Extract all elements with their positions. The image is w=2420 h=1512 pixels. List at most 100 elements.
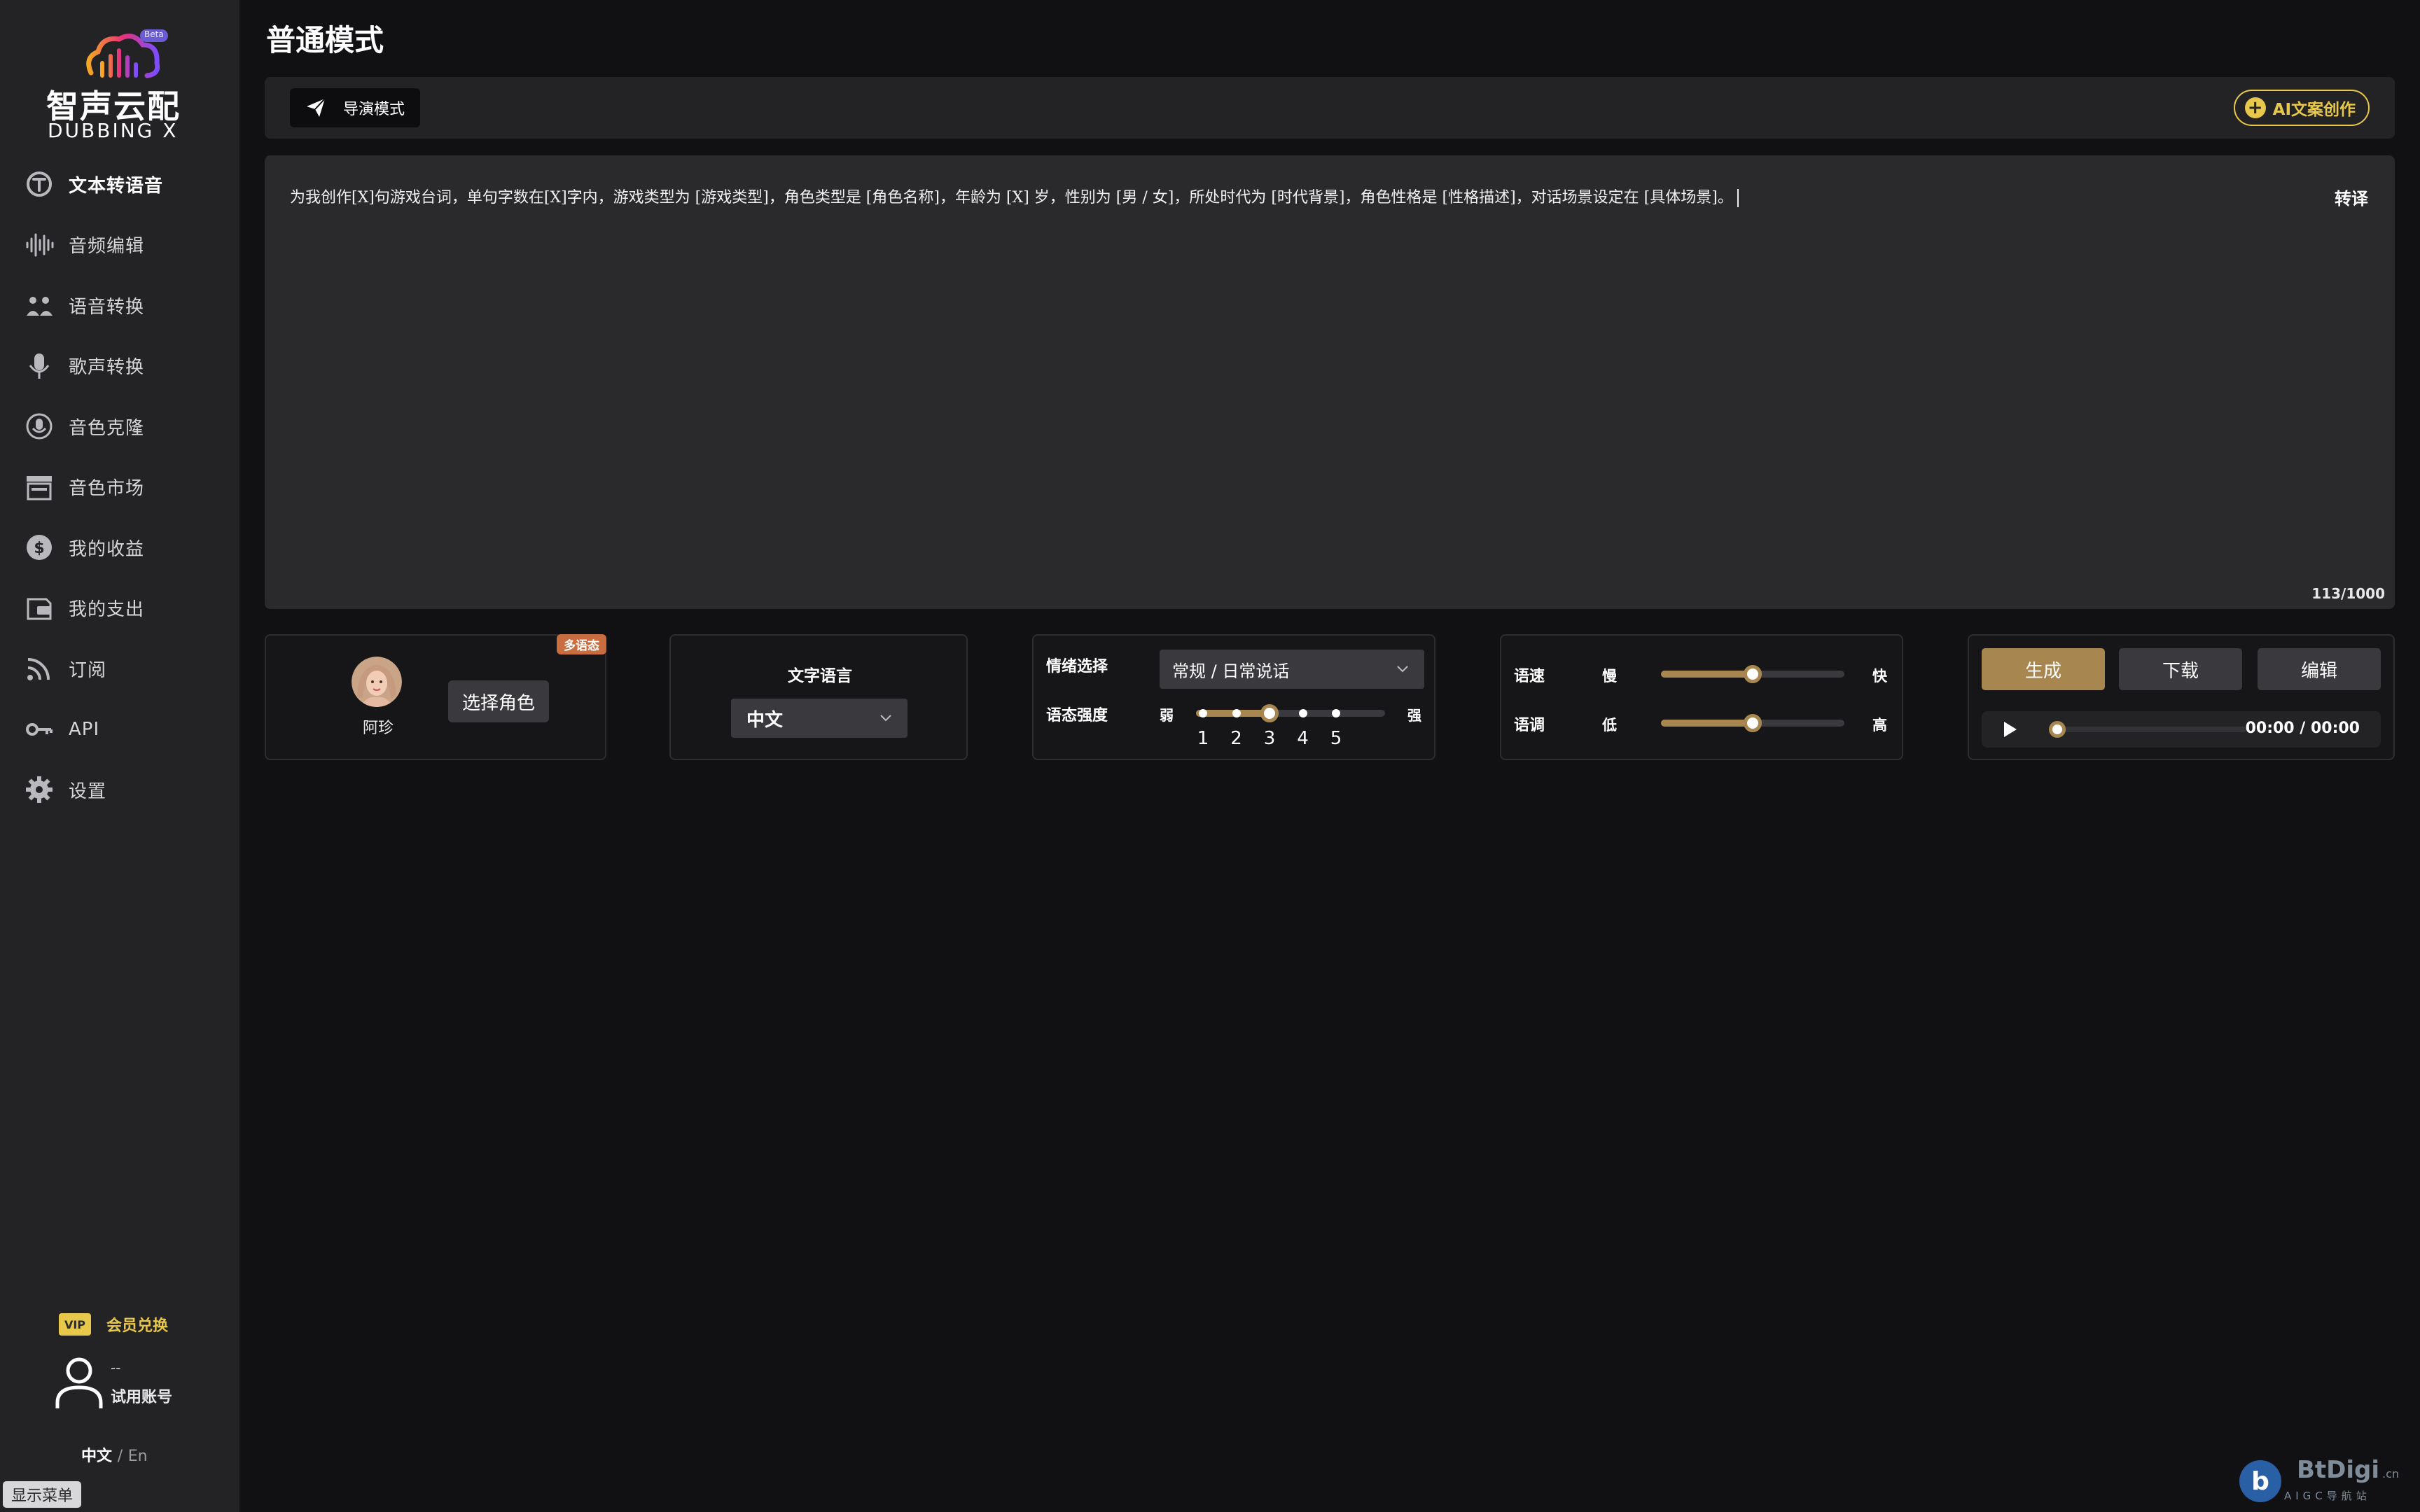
sidebar-item-settings[interactable]: 设置 [0,760,239,820]
store-icon [24,472,55,503]
pitch-slider[interactable] [1661,714,1844,732]
sidebar-item-label: 文本转语音 [69,175,164,197]
emotion-label: 情绪选择 [1046,658,1108,676]
beta-badge: Beta [144,29,164,39]
gear-icon [24,774,55,805]
pitch-min-label: 低 [1602,717,1617,734]
pitch-label: 语调 [1514,717,1545,734]
sidebar-item-label: 我的支出 [69,599,145,621]
role-avatar[interactable] [352,657,402,707]
director-mode-label: 导演模式 [343,101,405,118]
text-language-title: 文字语言 [788,667,852,685]
speed-slider[interactable] [1661,665,1844,683]
key-icon [24,714,55,745]
rss-icon [24,653,55,684]
svg-text:$: $ [34,540,44,557]
intensity-slider[interactable] [1196,704,1385,722]
text-editor[interactable]: 为我创作[X]句游戏台词，单句字数在[X]字内，游戏类型为 [游戏类型]，角色类… [265,155,2395,609]
vip-redeem[interactable]: VIP 会员兑换 [59,1313,168,1336]
watermark-subtext: AIGC导航站 [2284,1490,2371,1502]
user-avatar-icon [55,1357,103,1408]
waveform-icon [24,230,55,260]
sidebar-item-voice-convert[interactable]: 语音转换 [0,275,239,336]
sidebar-item-label: 设置 [69,780,107,802]
user-account[interactable]: -- 试用账号 [53,1355,172,1411]
user-name: -- [111,1359,121,1376]
edit-button[interactable]: 编辑 [2258,648,2381,690]
download-button[interactable]: 下载 [2119,648,2242,690]
mode-toolbar: 导演模式 + AI文案创作 [265,77,2395,139]
intensity-label: 语态强度 [1046,707,1108,724]
emotion-panel: 情绪选择 常规 / 日常说话 语态强度 弱 强 12345 [1032,634,1435,760]
intensity-level-dot[interactable] [1199,709,1207,718]
generate-button[interactable]: 生成 [1982,648,2105,690]
lang-option-cn[interactable]: 中文 [81,1448,112,1465]
sidebar-item-api[interactable]: API [0,699,239,760]
pitch-slider-thumb[interactable] [1744,714,1762,732]
intensity-level-dot[interactable] [1232,709,1241,718]
voice-clone-icon [24,411,55,442]
role-panel: 多语态 阿珍 选择角色 [265,634,606,760]
intensity-strong-label: 强 [1407,707,1421,724]
sidebar-item-label: 订阅 [69,659,107,681]
sidebar-item-subscribe[interactable]: 订阅 [0,638,239,699]
vip-badge-icon: VIP [59,1313,91,1336]
sidebar: Beta 智声云配 DUBBING X 文本转语音 音频编辑 语音转换 歌声转换… [0,0,239,1512]
language-switch: 中文 / En [81,1443,148,1466]
sidebar-item-text-to-speech[interactable]: 文本转语音 [0,154,239,215]
character-avatar-icon [352,657,402,707]
intensity-level-dot[interactable] [1332,709,1340,718]
play-icon[interactable] [2001,720,2019,739]
wallet-icon [24,593,55,624]
text-language-select[interactable]: 中文 [731,699,908,738]
sidebar-item-label: 音色市场 [69,478,145,500]
voice-convert-icon [24,290,55,321]
sidebar-nav: 文本转语音 音频编辑 语音转换 歌声转换 音色克隆 音色市场 $ 我的收益 我的… [0,154,239,820]
editor-text: 为我创作[X]句游戏台词，单句字数在[X]字内，游戏类型为 [游戏类型]，角色类… [290,189,1733,206]
user-account-type: 试用账号 [111,1389,173,1406]
sidebar-item-my-income[interactable]: $ 我的收益 [0,517,239,578]
intensity-level-number: 3 [1263,728,1276,749]
intensity-level-number: 1 [1197,728,1209,749]
character-counter: 113/1000 [2311,585,2385,602]
sidebar-item-voice-market[interactable]: 音色市场 [0,457,239,518]
text-to-speech-icon [24,169,55,200]
editor-content[interactable]: 为我创作[X]句游戏台词，单句字数在[X]字内，游戏类型为 [游戏类型]，角色类… [290,185,1739,207]
lang-option-en[interactable]: En [128,1448,148,1465]
speed-label: 语速 [1514,668,1545,685]
intensity-level-number: 4 [1297,728,1309,749]
ai-copywriting-button[interactable]: + AI文案创作 [2233,90,2370,126]
dollar-icon: $ [24,532,55,563]
speed-slider-thumb[interactable] [1744,665,1762,683]
playback-progress[interactable] [2049,721,2246,738]
paper-plane-icon [307,98,326,117]
speed-pitch-panel: 语速 慢 快 语调 低 高 [1500,634,1903,760]
watermark-logo: b BtDigi .cn AIGC导航站 [2235,1453,2417,1509]
vip-redeem-label: 会员兑换 [106,1317,169,1335]
watermark-suffix: .cn [2382,1467,2400,1480]
plus-circle-icon: + [2244,97,2266,118]
intensity-level-dot[interactable] [1298,709,1307,718]
text-language-panel: 文字语言 中文 [669,634,968,760]
sidebar-item-audio-edit[interactable]: 音频编辑 [0,215,239,276]
translate-button[interactable]: 转译 [2335,185,2368,209]
intensity-level-number: 5 [1330,728,1342,749]
intensity-weak-label: 弱 [1160,707,1174,724]
chevron-down-icon [880,715,891,722]
sidebar-item-voice-clone[interactable]: 音色克隆 [0,396,239,457]
show-menu-button[interactable]: 显示菜单 [3,1481,82,1508]
emotion-select[interactable]: 常规 / 日常说话 [1160,650,1424,689]
speed-slider-fill [1661,671,1753,678]
director-mode-button[interactable]: 导演模式 [290,88,421,127]
sidebar-item-label: 音色克隆 [69,417,145,439]
sidebar-item-label: 语音转换 [69,296,145,318]
playback-thumb[interactable] [2049,721,2066,738]
sidebar-item-my-expense[interactable]: 我的支出 [0,578,239,639]
select-role-button[interactable]: 选择角色 [448,680,549,722]
action-panel: 生成 下载 编辑 00:00 / 00:00 [1968,634,2395,760]
intensity-slider-thumb[interactable] [1260,704,1279,722]
sidebar-item-song-convert[interactable]: 歌声转换 [0,336,239,397]
multi-voice-tag: 多语态 [557,634,606,654]
sidebar-item-label: 我的收益 [69,538,145,560]
app-logo[interactable]: Beta 智声云配 DUBBING X [42,24,196,143]
